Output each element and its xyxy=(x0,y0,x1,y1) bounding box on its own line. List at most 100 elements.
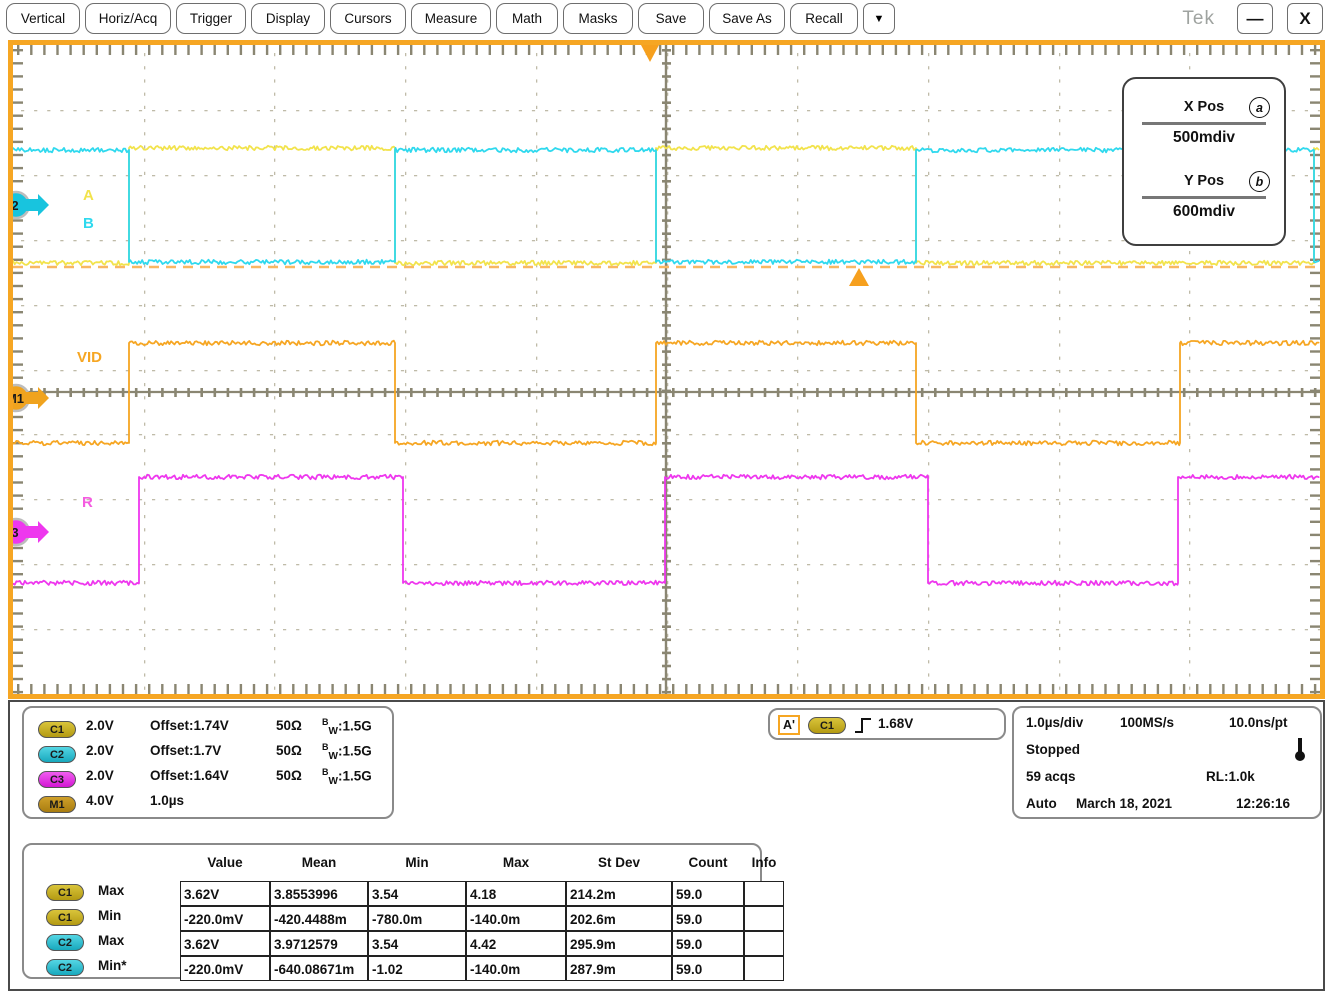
meas-cell: 287.9m xyxy=(566,956,672,981)
meas-source-chip[interactable]: C2 xyxy=(46,934,84,951)
channel-chip-m1[interactable]: M1 xyxy=(38,796,76,813)
channel-reference-marker-2[interactable]: 2 xyxy=(13,192,49,218)
meas-cell: -220.0mV xyxy=(180,956,270,981)
meas-cell: -780.0m xyxy=(368,906,466,931)
meas-cell: -640.08671m xyxy=(270,956,368,981)
channel-scale-m1: 4.0V xyxy=(86,793,114,808)
channel-scale-c2: 2.0V xyxy=(86,743,114,758)
meas-source-chip[interactable]: C1 xyxy=(46,884,84,901)
meas-source-chip[interactable]: C2 xyxy=(46,959,84,976)
resolution-value: 10.0ns/pt xyxy=(1229,715,1288,730)
meas-cell: 3.8553996 xyxy=(270,881,368,906)
meas-column-header: Mean xyxy=(270,855,368,870)
meas-cell: 3.62V xyxy=(180,881,270,906)
menu-button-display[interactable]: Display xyxy=(251,3,325,34)
acq-state-value: Stopped xyxy=(1026,742,1080,757)
channel-bandwidth-c3: BW:1.5G xyxy=(322,767,372,787)
svg-text:M1: M1 xyxy=(13,391,24,406)
toolbar-more-dropdown[interactable]: ▼ xyxy=(863,3,895,34)
trigger-level-value: 1.68V xyxy=(878,716,913,731)
waveform-label-a: A xyxy=(83,187,94,204)
meas-type-label: Min* xyxy=(98,958,127,973)
menu-button-math[interactable]: Math xyxy=(496,3,558,34)
channel-impedance-c2: 50Ω xyxy=(276,743,302,758)
waveform-label-vid: VID xyxy=(77,349,102,366)
meas-cell: 3.54 xyxy=(368,881,466,906)
cursor-x-value: 500mdiv xyxy=(1124,129,1284,147)
oscilloscope-app: VerticalHoriz/AcqTriggerDisplayCursorsMe… xyxy=(0,0,1333,999)
channel-chip-c3[interactable]: C3 xyxy=(38,771,76,788)
cursor-divider-2 xyxy=(1142,196,1266,199)
channel-bandwidth-c2: BW:1.5G xyxy=(322,742,372,762)
cursor-divider-1 xyxy=(1142,122,1266,125)
meas-cell: 59.0 xyxy=(672,956,744,981)
meas-cell xyxy=(744,931,784,956)
menu-button-cursors[interactable]: Cursors xyxy=(330,3,406,34)
menu-button-horiz-acq[interactable]: Horiz/Acq xyxy=(85,3,171,34)
meas-column-header: St Dev xyxy=(566,855,672,870)
trigger-mode-badge[interactable]: A' xyxy=(778,715,800,735)
waveform-label-r: R xyxy=(82,494,93,511)
meas-cell: 4.18 xyxy=(466,881,566,906)
channel-settings-panel[interactable]: C1 2.0V Offset:1.74V 50Ω BW:1.5G C2 2.0V Offset… xyxy=(22,706,394,819)
meas-column-header: Max xyxy=(466,855,566,870)
channel-bandwidth-c1: BW:1.5G xyxy=(322,717,372,737)
channel-offset-c1: Offset:1.74V xyxy=(150,718,229,733)
trigger-source-chip[interactable]: C1 xyxy=(808,717,846,734)
timebase-value: 1.0µs/div xyxy=(1026,715,1083,730)
cursor-b-badge: b xyxy=(1249,171,1270,192)
trigger-position-marker[interactable] xyxy=(641,45,659,62)
cursor-y-value: 600mdiv xyxy=(1124,203,1284,221)
meas-source-chip[interactable]: C1 xyxy=(46,909,84,926)
meas-cell: -140.0m xyxy=(466,906,566,931)
channel-scale-c1: 2.0V xyxy=(86,718,114,733)
menu-toolbar: VerticalHoriz/AcqTriggerDisplayCursorsMe… xyxy=(0,0,1333,38)
trigger-status-panel[interactable]: A' C1 1.68V xyxy=(768,708,1006,740)
channel-chip-c1[interactable]: C1 xyxy=(38,721,76,738)
svg-text:3: 3 xyxy=(13,525,19,540)
menu-button-recall[interactable]: Recall xyxy=(790,3,858,34)
minimize-button[interactable]: — xyxy=(1237,3,1273,34)
channel-reference-marker-3[interactable]: 3 xyxy=(13,519,49,545)
trigger-mode-value: Auto xyxy=(1026,796,1057,811)
meas-cell: -140.0m xyxy=(466,956,566,981)
trigger-level-marker[interactable] xyxy=(849,268,869,286)
meas-cell: 295.9m xyxy=(566,931,672,956)
menu-button-save-as[interactable]: Save As xyxy=(709,3,785,34)
meas-cell: -220.0mV xyxy=(180,906,270,931)
meas-cell: -1.02 xyxy=(368,956,466,981)
meas-column-header: Value xyxy=(180,855,270,870)
measurement-results-panel[interactable]: ValueMeanMinMaxSt DevCountInfoC1Max3.62V… xyxy=(22,843,762,979)
cursor-readout-box[interactable]: X Pos a 500mdiv Y Pos b 600mdiv xyxy=(1122,77,1286,246)
meas-cell: 202.6m xyxy=(566,906,672,931)
channel-chip-c2[interactable]: C2 xyxy=(38,746,76,763)
menu-button-trigger[interactable]: Trigger xyxy=(176,3,246,34)
record-length-value: RL:1.0k xyxy=(1206,769,1255,784)
meas-cell xyxy=(744,881,784,906)
menu-button-vertical[interactable]: Vertical xyxy=(6,3,80,34)
menu-button-measure[interactable]: Measure xyxy=(411,3,491,34)
close-button[interactable]: X xyxy=(1287,3,1323,34)
menu-button-save[interactable]: Save xyxy=(638,3,704,34)
meas-cell: -420.4488m xyxy=(270,906,368,931)
date-value: March 18, 2021 xyxy=(1076,796,1172,811)
meas-cell: 214.2m xyxy=(566,881,672,906)
acquisition-status-panel[interactable]: 1.0µs/div 100MS/s 10.0ns/pt Stopped 59 a… xyxy=(1012,706,1322,819)
acq-count-value: 59 acqs xyxy=(1026,769,1076,784)
meas-type-label: Min xyxy=(98,908,121,923)
channel-impedance-c3: 50Ω xyxy=(276,768,302,783)
tek-logo: Tek xyxy=(1182,8,1215,30)
svg-text:2: 2 xyxy=(13,198,19,213)
thermometer-icon xyxy=(1293,738,1307,762)
channel-offset-m1: 1.0µs xyxy=(150,793,184,808)
time-value: 12:26:16 xyxy=(1236,796,1290,811)
menu-button-masks[interactable]: Masks xyxy=(563,3,633,34)
channel-offset-c2: Offset:1.7V xyxy=(150,743,221,758)
channel-offset-c3: Offset:1.64V xyxy=(150,768,229,783)
meas-cell: 3.62V xyxy=(180,931,270,956)
chevron-down-icon: ▼ xyxy=(874,13,885,25)
meas-column-header: Min xyxy=(368,855,466,870)
meas-cell xyxy=(744,956,784,981)
cursor-a-badge: a xyxy=(1249,97,1270,118)
meas-type-label: Max xyxy=(98,883,124,898)
